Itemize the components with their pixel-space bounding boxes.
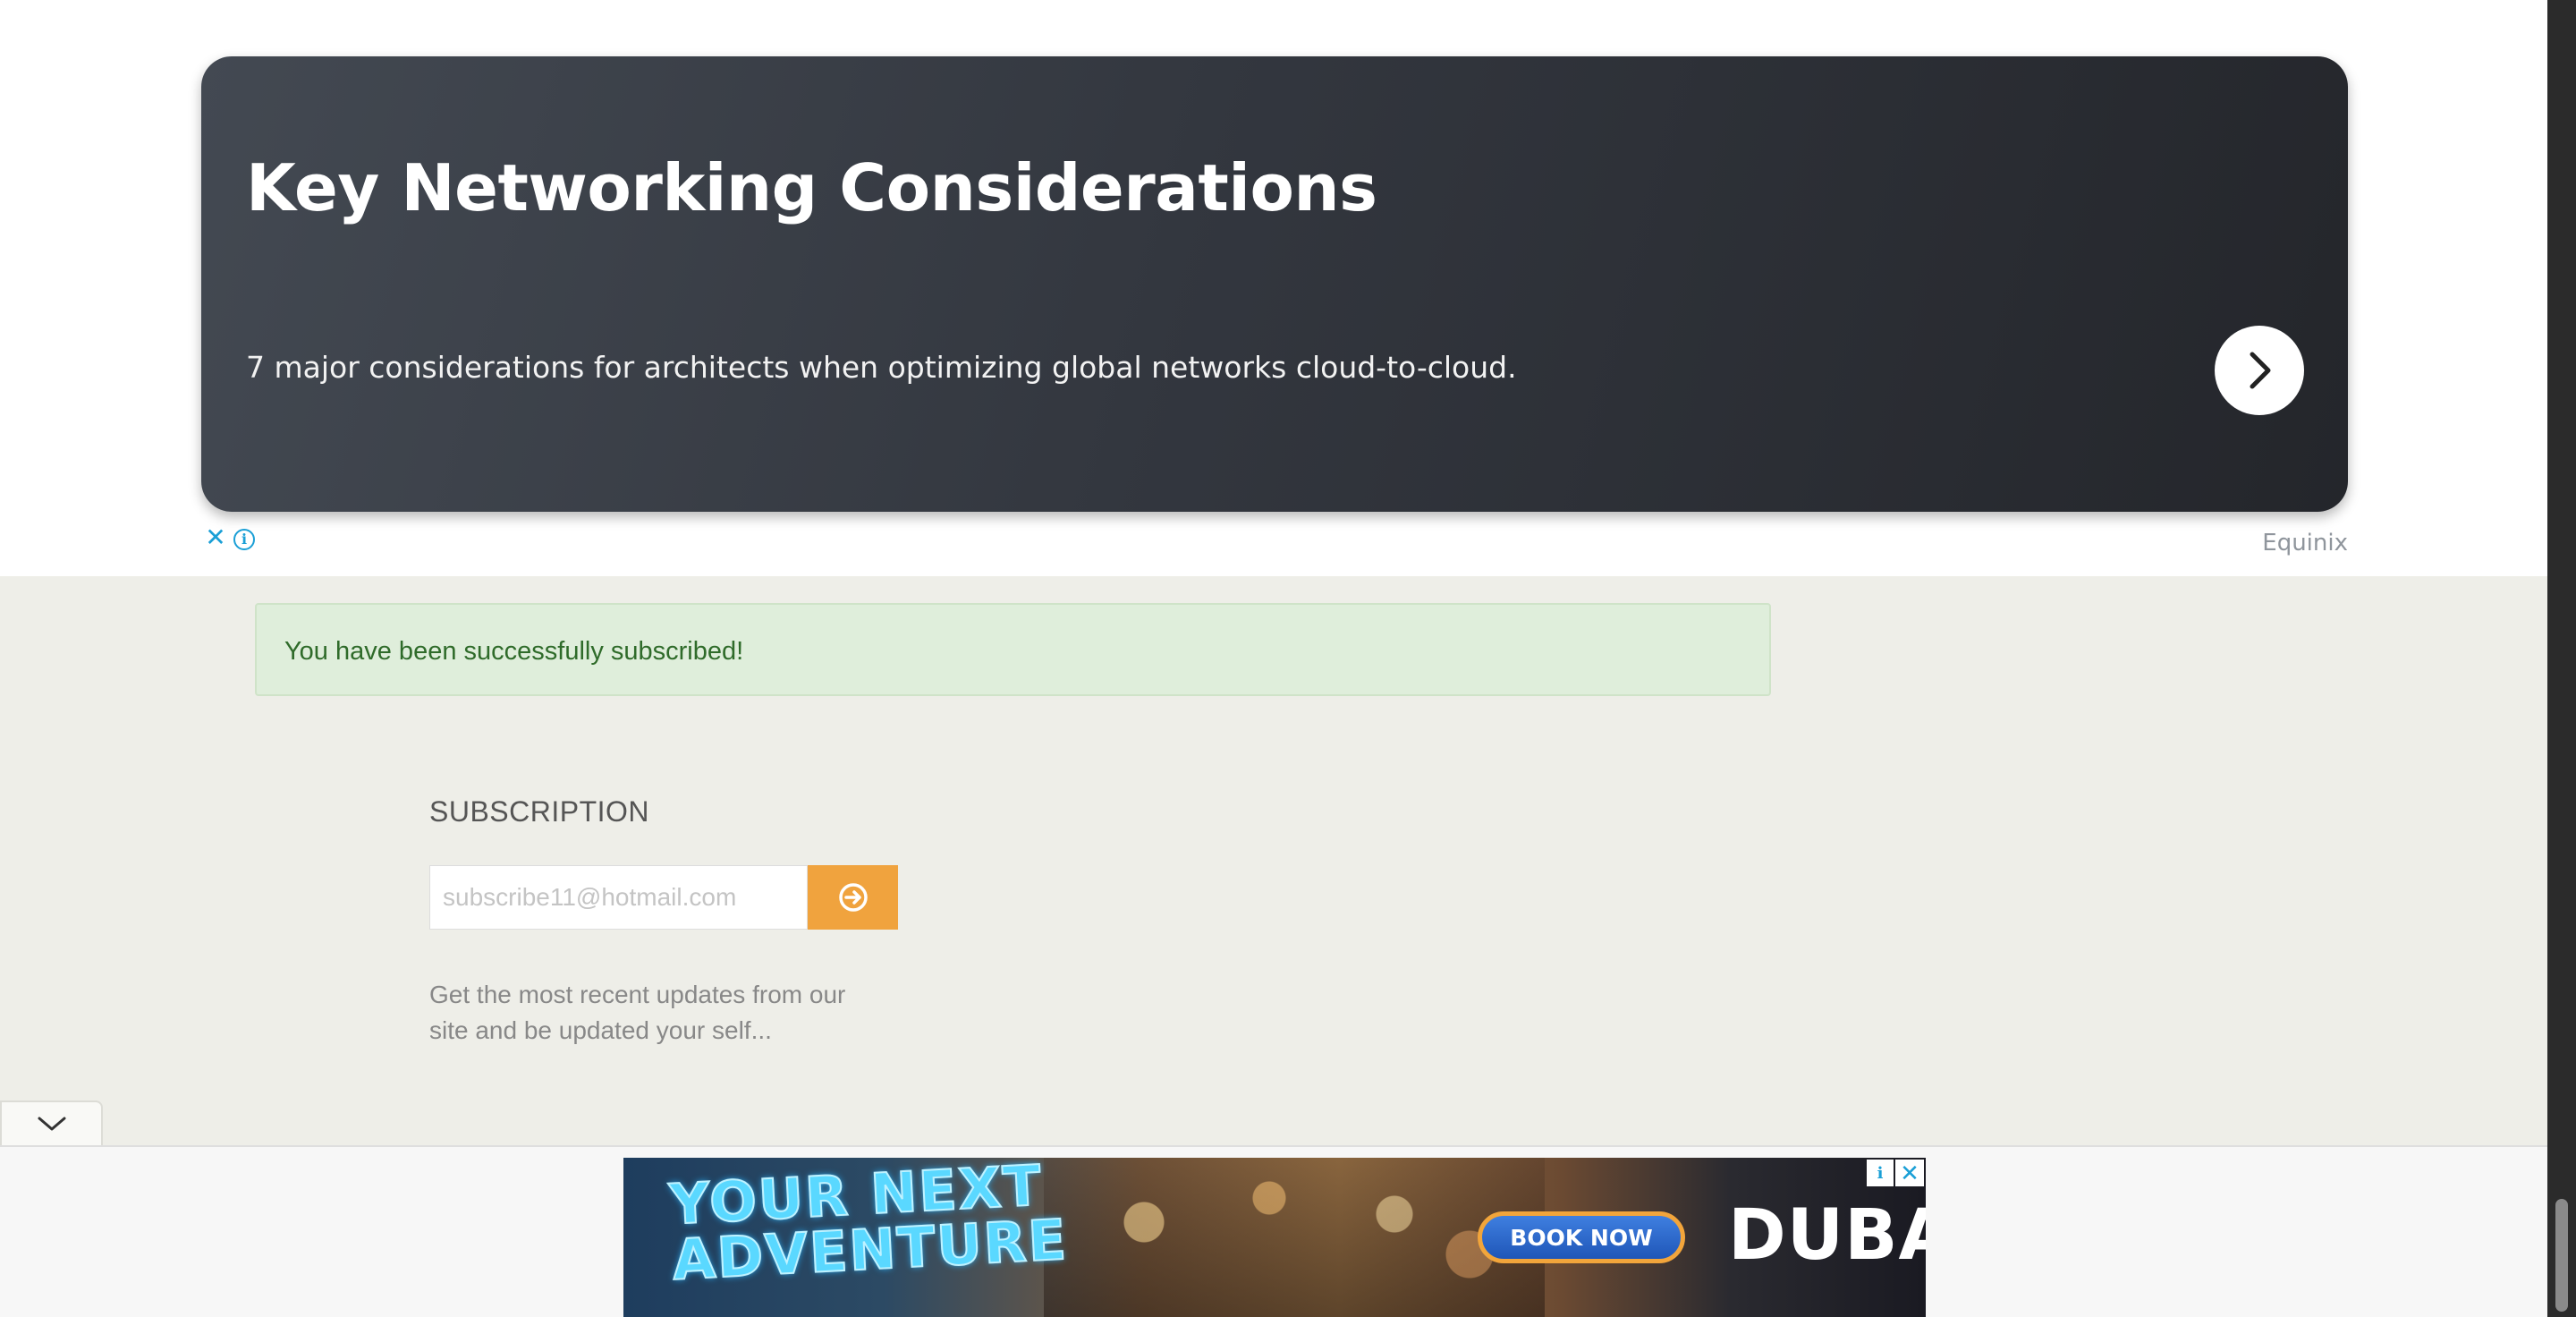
subscription-description: Get the most recent updates from our sit… [429, 981, 846, 1044]
ad-description: 7 major considerations for architects wh… [246, 350, 1517, 385]
chevron-right-icon [2250, 352, 2271, 389]
ad-info-icon[interactable]: i [233, 529, 255, 550]
banner-brand-logo: DUBAI [1728, 1195, 1926, 1276]
scrollbar[interactable] [2547, 0, 2576, 1317]
banner-info-icon[interactable]: i [1867, 1160, 1894, 1186]
ad-close-icon[interactable]: ✕ [204, 525, 227, 550]
main-content: You have been successfully subscribed! S… [0, 576, 2547, 1145]
ad-title: Key Networking Considerations [246, 150, 1377, 225]
ad-card[interactable]: Key Networking Considerations 7 major co… [201, 56, 2348, 512]
chevron-down-icon [38, 1117, 65, 1131]
banner-photo [1044, 1158, 1545, 1317]
book-now-button[interactable]: BOOK NOW [1478, 1211, 1685, 1263]
subscribe-button[interactable] [808, 865, 898, 930]
bottom-ad-bar: YOUR NEXT ADVENTURE BOOK NOW DUBAI i ✕ [0, 1145, 2547, 1317]
ad-next-button[interactable] [2215, 326, 2304, 415]
ad-sponsor-label: Equinix [2262, 530, 2348, 557]
success-alert-text: You have been successfully subscribed! [284, 637, 744, 666]
subscription-email-input[interactable] [429, 865, 808, 930]
bottom-ad-banner[interactable]: YOUR NEXT ADVENTURE BOOK NOW DUBAI i ✕ [623, 1158, 1926, 1317]
banner-close-icon[interactable]: ✕ [1895, 1160, 1924, 1186]
banner-headline: YOUR NEXT ADVENTURE [667, 1158, 1071, 1294]
page: Key Networking Considerations 7 major co… [0, 0, 2576, 1317]
subscription-heading: SUBSCRIPTION [429, 795, 650, 828]
scrollbar-thumb[interactable] [2555, 1199, 2568, 1312]
arrow-circle-right-icon [838, 883, 868, 912]
success-alert: You have been successfully subscribed! [255, 603, 1771, 696]
banner-headline-line2: ADVENTURE [670, 1206, 1071, 1294]
top-ad-region: Key Networking Considerations 7 major co… [0, 0, 2547, 576]
collapse-ad-tab[interactable] [0, 1100, 103, 1145]
